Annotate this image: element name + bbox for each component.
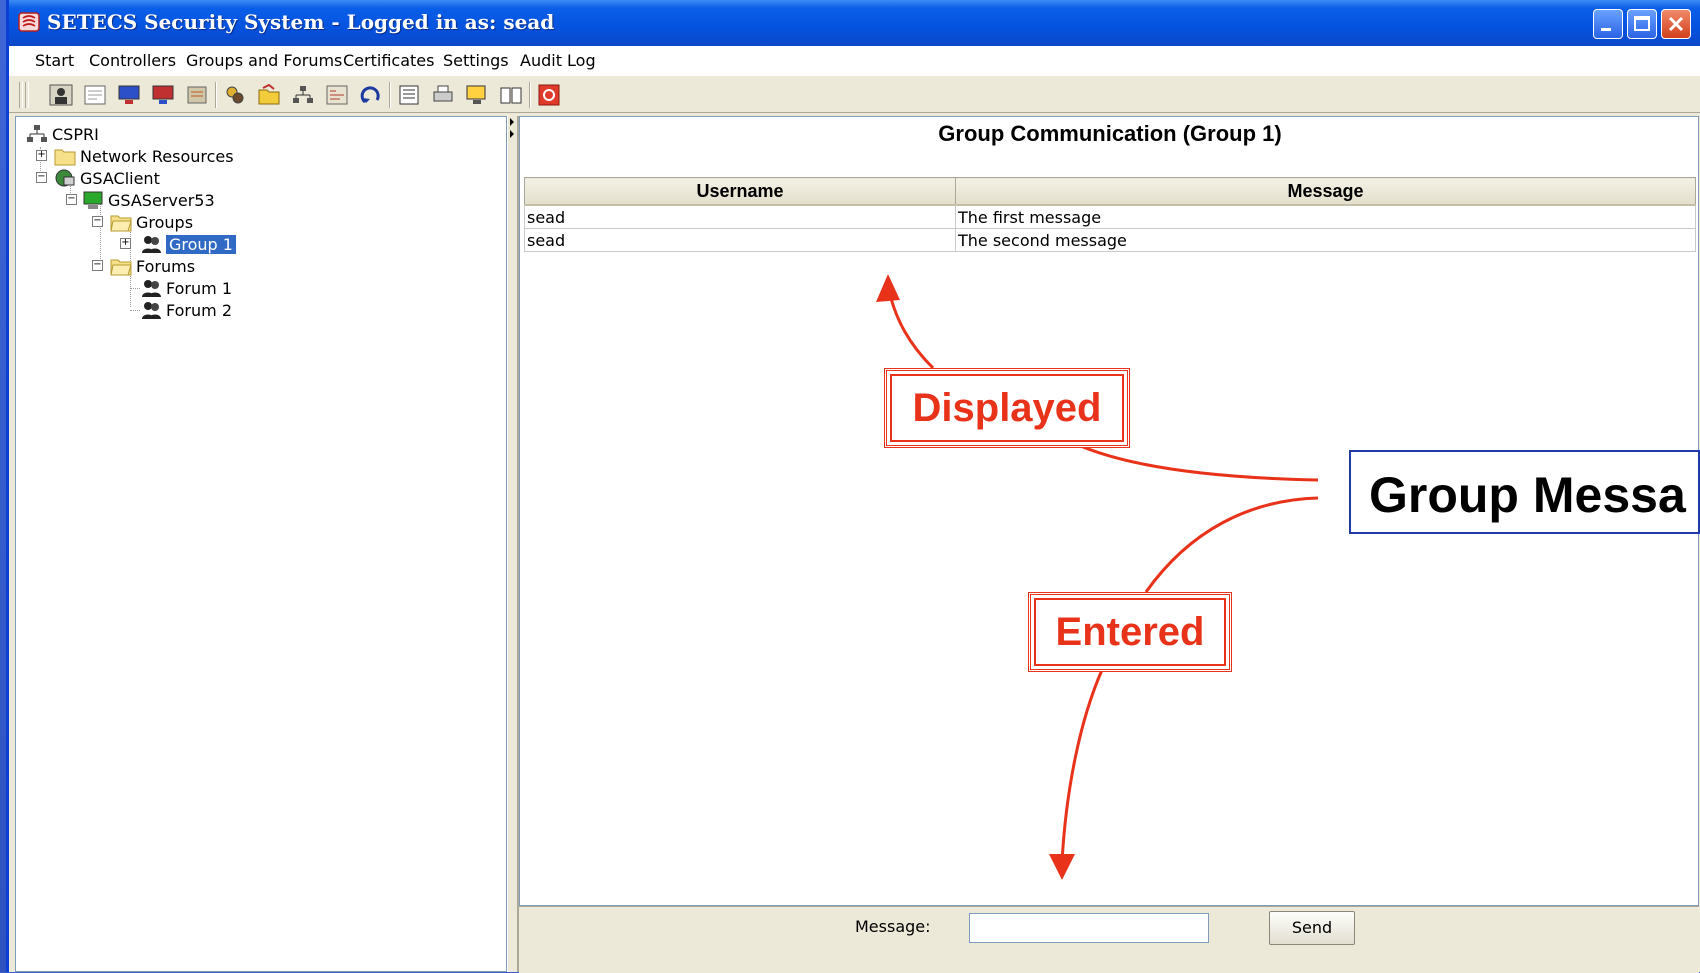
close-button[interactable] bbox=[1661, 9, 1691, 39]
tree-node-network-resources[interactable]: Network Resources bbox=[54, 145, 234, 167]
table-header-row: Username Message bbox=[524, 177, 1696, 206]
users-gear-icon[interactable] bbox=[223, 84, 247, 106]
collapse-minus-icon[interactable]: − bbox=[92, 216, 103, 227]
menu-bar: Start Controllers Groups and Forums Cert… bbox=[9, 46, 1700, 77]
toolbar bbox=[9, 76, 1700, 113]
tree-line bbox=[130, 310, 140, 311]
toolbar-grip bbox=[19, 82, 23, 108]
tree-node-groups[interactable]: Groups bbox=[110, 211, 193, 233]
tree-label: Network Resources bbox=[80, 146, 234, 166]
splitter-arrows-icon bbox=[510, 118, 514, 138]
minimize-icon bbox=[1601, 28, 1611, 31]
folder-open-icon[interactable] bbox=[257, 84, 281, 106]
maximize-icon bbox=[1634, 16, 1650, 31]
collapse-minus-icon[interactable]: − bbox=[36, 172, 47, 183]
message-label: Message: bbox=[855, 917, 931, 936]
expand-plus-icon[interactable]: + bbox=[36, 150, 47, 161]
menu-controllers[interactable]: Controllers bbox=[89, 51, 176, 70]
toolbar-separator bbox=[529, 82, 531, 108]
expand-plus-icon[interactable]: + bbox=[120, 238, 131, 249]
monitor-icon[interactable] bbox=[465, 84, 489, 106]
cell-message: The second message bbox=[955, 228, 1696, 252]
power-icon[interactable] bbox=[537, 84, 561, 106]
list-icon[interactable] bbox=[397, 84, 421, 106]
tree-node-forums[interactable]: Forums bbox=[110, 255, 195, 277]
column-header-message[interactable]: Message bbox=[955, 177, 1696, 206]
tree-node-forum-2[interactable]: Forum 2 bbox=[140, 299, 232, 321]
navigation-tree: CSPRI + Network Resources − GSAClient − … bbox=[15, 116, 507, 972]
cell-username: sead bbox=[524, 204, 956, 229]
tree-node-gsaserver53[interactable]: GSAServer53 bbox=[82, 189, 215, 211]
client-globe-icon bbox=[55, 169, 75, 187]
folder-open-icon bbox=[110, 259, 132, 276]
folder-icon bbox=[54, 149, 76, 166]
users-group-icon bbox=[142, 236, 161, 253]
network-icon bbox=[27, 125, 47, 142]
pane-splitter[interactable] bbox=[507, 116, 519, 972]
print-icon[interactable] bbox=[431, 84, 455, 106]
tree-label: Forum 2 bbox=[166, 300, 232, 320]
server-monitor-icon bbox=[83, 191, 103, 209]
menu-audit-log[interactable]: Audit Log bbox=[520, 51, 596, 70]
refresh-icon[interactable] bbox=[359, 84, 383, 106]
tree-line bbox=[130, 288, 140, 289]
title-bar: SETECS Security System - Logged in as: s… bbox=[9, 0, 1700, 46]
tree-label: CSPRI bbox=[52, 124, 99, 144]
database-icon[interactable] bbox=[185, 84, 209, 106]
book-icon[interactable] bbox=[499, 84, 523, 106]
tree-label-selected: Group 1 bbox=[166, 234, 236, 254]
group-messages-label: Group Messa bbox=[1369, 467, 1686, 523]
table-row[interactable]: sead The first message bbox=[524, 204, 1696, 229]
column-header-username[interactable]: Username bbox=[524, 177, 956, 206]
send-button[interactable]: Send bbox=[1269, 911, 1355, 945]
app-logo-icon bbox=[18, 12, 40, 32]
maximize-button[interactable] bbox=[1627, 9, 1657, 39]
users-group-icon bbox=[142, 302, 161, 319]
folder-open-icon bbox=[110, 215, 132, 232]
tree-node-forum-1[interactable]: Forum 1 bbox=[140, 277, 232, 299]
message-input[interactable] bbox=[969, 913, 1209, 943]
computer-red-icon[interactable] bbox=[151, 84, 175, 106]
toolbar-separator bbox=[215, 82, 217, 108]
collapse-minus-icon[interactable]: − bbox=[66, 194, 77, 205]
tree-node-gsaclient[interactable]: GSAClient bbox=[54, 167, 160, 189]
tree-label: GSAServer53 bbox=[108, 190, 215, 210]
close-icon bbox=[1668, 16, 1684, 32]
tree-label: Groups bbox=[136, 212, 194, 232]
menu-start[interactable]: Start bbox=[35, 51, 74, 70]
message-composer: Message: Send bbox=[519, 906, 1699, 973]
minimize-button[interactable] bbox=[1593, 9, 1623, 39]
user-icon[interactable] bbox=[49, 84, 73, 106]
menu-certificates[interactable]: Certificates bbox=[343, 51, 434, 70]
users-group-icon bbox=[142, 280, 161, 297]
window-title: SETECS Security System - Logged in as: s… bbox=[47, 10, 555, 34]
collapse-minus-icon[interactable]: − bbox=[92, 260, 103, 271]
tree-label: GSAClient bbox=[80, 168, 160, 188]
certificate-icon[interactable] bbox=[83, 84, 107, 106]
callout-displayed: Displayed bbox=[884, 368, 1130, 448]
panel-title: Group Communication (Group 1) bbox=[938, 121, 1282, 146]
menu-settings[interactable]: Settings bbox=[443, 51, 509, 70]
messages-table: Username Message sead The first message … bbox=[524, 177, 1696, 252]
computer-icon[interactable] bbox=[117, 84, 141, 106]
cell-message: The first message bbox=[955, 204, 1696, 229]
network-icon[interactable] bbox=[291, 84, 315, 106]
tree-label: Forum 1 bbox=[166, 278, 232, 298]
menu-groups-and-forums[interactable]: Groups and Forums bbox=[186, 51, 342, 70]
toolbar-grip bbox=[25, 82, 29, 108]
tree-node-cspri[interactable]: CSPRI bbox=[26, 123, 99, 145]
cell-username: sead bbox=[524, 228, 956, 252]
tree-node-group-1[interactable]: Group 1 bbox=[140, 233, 236, 255]
toolbar-separator bbox=[389, 82, 391, 108]
group-messages-label-box: Group Messa bbox=[1349, 450, 1700, 534]
report-icon[interactable] bbox=[325, 84, 349, 106]
tree-label: Forums bbox=[136, 256, 196, 276]
callout-entered: Entered bbox=[1028, 592, 1232, 672]
table-row[interactable]: sead The second message bbox=[524, 228, 1696, 252]
